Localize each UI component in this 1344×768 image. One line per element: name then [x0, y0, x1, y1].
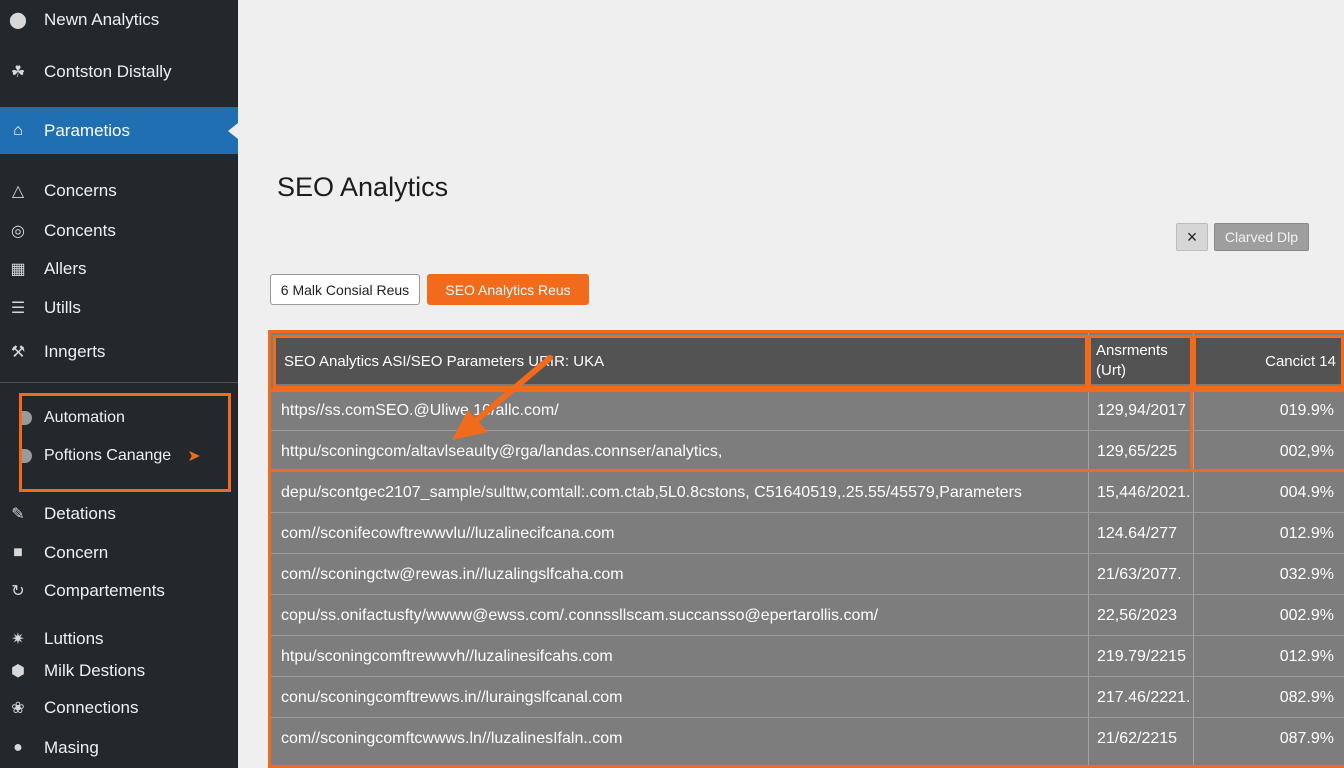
column-header-cancict[interactable]: Cancict 14 [1196, 338, 1344, 384]
table-row[interactable]: httpu/sconingcom/altavlseaulty@rga/landa… [271, 430, 1344, 471]
cancict-cell: 019.9% [1279, 401, 1334, 419]
sidebar-item-label: Inngerts [44, 342, 106, 361]
home-icon: ⌂ [13, 121, 23, 139]
table-row[interactable]: com//sconingctw@rewas.in//luzalingslfcah… [271, 553, 1344, 594]
palette-icon: ⬤ [9, 12, 27, 29]
sidebar-item-label: Connections [44, 698, 139, 717]
grid-icon: ▦ [10, 261, 26, 278]
url-cell: depu/scontgec2107_sample/sulttw,comtall:… [281, 483, 1022, 501]
circle-icon: ● [13, 739, 23, 756]
assign-cell: 22,56/2023 [1097, 606, 1178, 624]
submenu-item-automation[interactable]: Automation [22, 408, 125, 428]
sidebar-item-label: Concents [44, 221, 116, 240]
table-row[interactable]: htpu/sconingcomftrewwvh//luzalinesifcahs… [271, 635, 1344, 676]
sidebar-item-milk-destions[interactable]: ⬢ Milk Destions [0, 652, 238, 690]
assign-cell: 129,65/225 [1097, 442, 1178, 460]
table-row[interactable]: https//ss.comSEO.@Uliwe 10/allc.com/ 129… [271, 389, 1344, 430]
briefcase-icon: ■ [13, 544, 23, 561]
sidebar-item-label: Utills [44, 298, 81, 317]
clear-button[interactable]: Clarved Dlp [1214, 223, 1309, 251]
url-cell: com//sconifecowftrewwvlu//luzalinecifcan… [281, 524, 615, 542]
assign-cell: 21/63/2077. [1097, 565, 1182, 583]
sidebar-item-utills[interactable]: ☰ Utills [0, 289, 238, 327]
close-button[interactable]: × [1176, 223, 1208, 251]
sidebar-item-connections[interactable]: ❀ Connections [0, 689, 238, 727]
sidebar-item-parametios[interactable]: ⌂ Parametios [0, 107, 238, 154]
table-row[interactable]: conu/sconingcomftrewws.in//luraingslfcan… [271, 676, 1344, 717]
sidebar-item-inngerts[interactable]: ⚒ Inngerts [0, 333, 238, 371]
sidebar: ⬤ Newn Analytics ☘ Contston Distally ⌂ P… [0, 0, 238, 768]
page-title: SEO Analytics [277, 172, 449, 202]
assign-cell: 217.46/2221. [1097, 688, 1189, 706]
sidebar-item-compartements[interactable]: ↻ Compartements [0, 572, 238, 610]
table-row[interactable]: com//sconingcomftcwwws.ln//luzalinesIfal… [271, 717, 1344, 758]
triangle-icon: △ [11, 183, 25, 200]
assign-cell: 15,446/2021. [1097, 483, 1189, 501]
edit-icon: ✎ [11, 506, 25, 523]
sidebar-item-label: Luttions [44, 629, 104, 648]
tab-malk-consial[interactable]: 6 Malk Consial Reus [270, 274, 420, 305]
sidebar-item-label: Newn Analytics [44, 10, 160, 29]
sidebar-item-label: Concerns [44, 181, 117, 200]
cancict-cell: 004.9% [1279, 483, 1334, 501]
bullet-icon [22, 411, 32, 425]
sidebar-item-label: Masing [44, 738, 99, 757]
submenu-item-label: Poftions Canange [44, 447, 172, 464]
sidebar-item-concents[interactable]: ◎ Concents [0, 212, 238, 250]
globe-icon: ◎ [11, 223, 25, 240]
assign-cell: 124.64/277 [1097, 524, 1178, 542]
url-cell: httpu/sconingcom/altavlseaulty@rga/landa… [281, 442, 723, 460]
sidebar-item-concern[interactable]: ■ Concern [0, 534, 238, 572]
cancict-cell: 012.9% [1279, 647, 1334, 665]
analytics-table: SEO Analytics ASI/SEO Parameters URIR: U… [268, 330, 1344, 768]
assign-cell: 219.79/2215 [1097, 647, 1186, 665]
sidebar-item-label: Detations [44, 504, 116, 523]
tab-seo-analytics[interactable]: SEO Analytics Reus [427, 274, 589, 305]
submenu-item-portions-change[interactable]: Poftions Canange ➤ [22, 446, 201, 466]
url-cell: https//ss.comSEO.@Uliwe 10/allc.com/ [281, 401, 559, 419]
assign-cell: 21/62/2215 [1097, 729, 1178, 747]
table-row[interactable]: com//sconifecowftrewwvlu//luzalinecifcan… [271, 512, 1344, 553]
assign-cell: 129,94/2017 [1097, 401, 1186, 419]
submenu-item-label: Automation [44, 409, 125, 426]
list-icon: ☰ [10, 300, 26, 317]
sidebar-divider [0, 382, 238, 383]
plugin-icon: ☘ [10, 64, 26, 81]
sidebar-item-detations[interactable]: ✎ Detations [0, 495, 238, 533]
cancict-cell: 012.9% [1279, 524, 1334, 542]
column-header-url[interactable]: SEO Analytics ASI/SEO Parameters URIR: U… [276, 338, 1086, 384]
sidebar-item-label: Allers [44, 259, 87, 278]
column-header-assignments[interactable]: Ansrments (Urt) [1090, 338, 1190, 384]
url-cell: copu/ss.onifactusfty/wwww@ewss.com/.conn… [281, 606, 879, 624]
sidebar-item-concerns[interactable]: △ Concerns [0, 172, 238, 210]
link-icon: ❀ [11, 700, 25, 717]
sidebar-item-label: Milk Destions [44, 661, 146, 680]
cancict-cell: 002,9% [1279, 442, 1334, 460]
url-cell: com//sconingctw@rewas.in//luzalingslfcah… [281, 565, 624, 583]
wrench-icon: ⚒ [10, 344, 26, 361]
active-indicator [228, 122, 238, 139]
settings-icon: ✷ [11, 631, 25, 648]
bullet-icon [22, 449, 32, 463]
cancict-cell: 032.9% [1279, 565, 1334, 583]
sidebar-item-newn-analytics[interactable]: ⬤ Newn Analytics [0, 0, 238, 40]
sidebar-item-label: Parametios [44, 120, 130, 140]
sidebar-item-label: Contston Distally [44, 62, 172, 81]
refresh-icon: ↻ [11, 583, 25, 600]
url-cell: htpu/sconingcomftrewwvh//luzalinesifcahs… [281, 647, 613, 665]
url-cell: com//sconingcomftcwwws.ln//luzalinesIfal… [281, 729, 623, 747]
cancict-cell: 087.9% [1279, 729, 1334, 747]
table-row[interactable]: depu/scontgec2107_sample/sulttw,comtall:… [271, 471, 1344, 512]
sidebar-item-contston-distally[interactable]: ☘ Contston Distally [0, 52, 238, 92]
url-cell: conu/sconingcomftrewws.in//luraingslfcan… [281, 688, 623, 706]
cancict-cell: 002.9% [1279, 606, 1334, 624]
sidebar-item-allers[interactable]: ▦ Allers [0, 250, 238, 288]
chevron-right-icon: ➤ [187, 448, 201, 465]
sidebar-item-label: Compartements [44, 581, 165, 600]
sidebar-item-masing[interactable]: ● Masing [0, 729, 238, 767]
table-row[interactable]: copu/ss.onifactusfty/wwww@ewss.com/.conn… [271, 594, 1344, 635]
shield-icon: ⬢ [11, 663, 25, 680]
sidebar-item-label: Concern [44, 543, 109, 562]
cancict-cell: 082.9% [1279, 688, 1334, 706]
